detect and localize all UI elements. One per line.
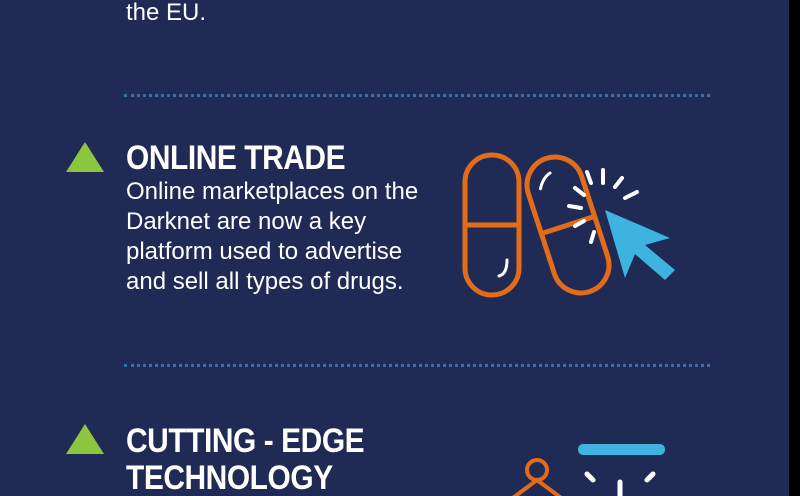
section-title-technology: CUTTING - EDGE TECHNOLOGY <box>126 422 365 496</box>
top-section-text: the EU. <box>126 0 206 28</box>
section-title-online-trade: ONLINE TRADE <box>126 139 346 177</box>
section-body-online-trade: Online marketplaces on the Darknet are n… <box>126 177 418 297</box>
title-line: CUTTING - EDGE <box>126 422 365 460</box>
section-marker-triangle <box>66 142 104 177</box>
title-line: TECHNOLOGY <box>126 459 333 496</box>
section-marker-triangle <box>66 424 104 459</box>
divider-1 <box>124 94 710 97</box>
divider-2 <box>124 364 710 367</box>
top-section-text-tail: the EU. <box>126 0 207 26</box>
body-line: Online marketplaces on the <box>126 178 419 205</box>
pill-capsules-with-cursor-icon <box>455 150 685 305</box>
technology-icon <box>505 440 675 496</box>
infographic-page: the EU. ONLINE TRADE Online marketplaces… <box>0 0 789 496</box>
body-line: Darknet are now a key <box>126 208 367 235</box>
body-line: platform used to advertise <box>126 238 403 265</box>
window-edge <box>789 0 800 496</box>
body-line: and sell all types of drugs. <box>126 268 404 295</box>
top-section-icon <box>512 0 548 4</box>
